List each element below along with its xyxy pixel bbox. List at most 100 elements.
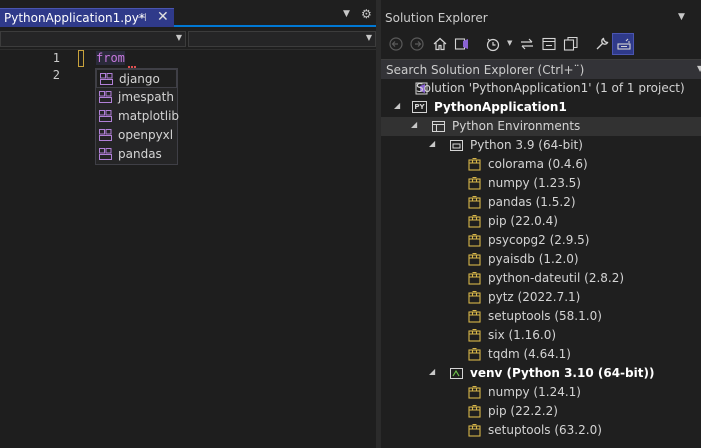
tree-node-package[interactable]: colorama (0.4.6) [381, 155, 701, 174]
tree-node-label: pyaisdb (1.2.0) [488, 252, 579, 266]
properties-icon[interactable] [591, 33, 613, 55]
tree-node-package[interactable]: pyaisdb (1.2.0) [381, 250, 701, 269]
tree-node-label: numpy (1.24.1) [488, 385, 581, 399]
tree-node-label: pytz (2022.7.1) [488, 290, 581, 304]
expanded-arrow-icon[interactable]: ◢ [429, 139, 435, 148]
tab-list-dropdown-icon[interactable]: ▼ [343, 9, 350, 19]
tree-node-package[interactable]: pandas (1.5.2) [381, 193, 701, 212]
home-icon[interactable] [429, 33, 451, 55]
tree-node-label: python-dateutil (2.8.2) [488, 271, 625, 285]
search-options-dropdown-icon[interactable]: ▼ [697, 64, 701, 73]
package-icon [468, 404, 481, 418]
tree-node-label: psycopg2 (2.9.5) [488, 233, 590, 247]
expanded-arrow-icon[interactable]: ◢ [429, 367, 435, 376]
package-icon [468, 157, 481, 171]
back-icon[interactable] [385, 33, 407, 55]
code-area[interactable]: 1 from 2 [0, 50, 376, 448]
search-input[interactable] [381, 60, 697, 79]
completion-label: django [119, 72, 160, 86]
tree-node-environment[interactable]: ◢ Python 3.9 (64-bit) [381, 136, 701, 155]
code-line[interactable]: 2 [0, 67, 376, 84]
intellisense-completion-list[interactable]: django jmespath matplotlib openpyxl pand… [95, 68, 179, 165]
sync-icon[interactable] [516, 33, 538, 55]
solution-tree[interactable]: Solution 'PythonApplication1' (1 of 1 pr… [381, 79, 701, 448]
completion-label: jmespath [118, 90, 174, 104]
solution-explorer-panel: Solution Explorer ▼ ▼ Search Solution Ex… [381, 0, 701, 448]
forward-icon[interactable] [406, 33, 428, 55]
completion-item[interactable]: pandas [96, 145, 177, 164]
change-marker [78, 50, 84, 67]
package-icon [468, 195, 481, 209]
package-icon [468, 328, 481, 342]
tree-node-package[interactable]: numpy (1.24.1) [381, 383, 701, 402]
tree-node-package[interactable]: tqdm (4.64.1) [381, 345, 701, 364]
pending-changes-filter-icon[interactable]: ▼ [482, 33, 512, 55]
tree-node-package[interactable]: numpy (1.23.5) [381, 174, 701, 193]
solution-explorer-toolbar: ▼ [381, 33, 701, 55]
pin-tab-icon[interactable]: ⊣ [137, 11, 147, 24]
completion-item[interactable]: openpyxl [96, 126, 177, 145]
document-tab[interactable]: PythonApplication1.py* ⊣ ✕ [0, 8, 174, 27]
package-icon [468, 214, 481, 228]
document-tab-strip: PythonApplication1.py* ⊣ ✕ ▼ ⚙ [0, 0, 376, 27]
tree-node-label: pip (22.2.2) [488, 404, 558, 418]
tree-node-package[interactable]: python-dateutil (2.8.2) [381, 269, 701, 288]
tree-node-package[interactable]: pytz (2022.7.1) [381, 288, 701, 307]
tree-node-solution[interactable]: Solution 'PythonApplication1' (1 of 1 pr… [381, 79, 701, 98]
tree-node-package[interactable]: pip (22.2.2) [381, 402, 701, 421]
package-icon [468, 309, 481, 323]
tree-node-package[interactable]: setuptools (58.1.0) [381, 307, 701, 326]
solution-explorer-search[interactable]: ▼ [381, 59, 701, 79]
tree-node-python-environments[interactable]: ◢ Python Environments [381, 117, 701, 136]
tree-node-package[interactable]: six (1.16.0) [381, 326, 701, 345]
gear-icon[interactable]: ⚙ [361, 7, 372, 21]
completion-item[interactable]: django [96, 69, 177, 88]
members-dropdown[interactable]: ▼ [188, 31, 376, 47]
line-number: 1 [52, 51, 60, 65]
tree-node-label: numpy (1.23.5) [488, 176, 581, 190]
package-icon [468, 290, 481, 304]
tree-node-package[interactable]: psycopg2 (2.9.5) [381, 231, 701, 250]
panel-title: Solution Explorer [385, 11, 488, 25]
tree-node-label: tqdm (4.64.1) [488, 347, 571, 361]
tree-node-label: pandas (1.5.2) [488, 195, 576, 209]
code-keyword[interactable]: from [96, 51, 125, 65]
package-icon [468, 271, 481, 285]
expanded-arrow-icon[interactable]: ◢ [411, 120, 417, 129]
package-icon [468, 385, 481, 399]
code-line[interactable]: 1 from [0, 50, 376, 68]
completion-label: pandas [118, 147, 162, 161]
completion-item[interactable]: jmespath [96, 88, 177, 107]
module-icon [99, 129, 112, 141]
chevron-down-icon: ▼ [507, 39, 513, 47]
tree-node-package[interactable]: pip (22.0.4) [381, 212, 701, 231]
tree-node-environment[interactable]: ◢ venv (Python 3.10 (64-bit)) [381, 364, 701, 383]
completion-item[interactable]: matplotlib [96, 107, 179, 126]
package-icon [468, 423, 481, 437]
tree-node-label: pip (22.0.4) [488, 214, 558, 228]
completion-label: openpyxl [118, 128, 174, 142]
window-position-dropdown-icon[interactable]: ▼ [678, 12, 685, 22]
vs-switch-views-icon[interactable] [451, 33, 473, 55]
module-icon [99, 148, 112, 160]
tree-node-label: Python Environments [452, 119, 581, 133]
show-all-files-icon[interactable] [560, 33, 582, 55]
tree-node-label: setuptools (58.1.0) [488, 309, 602, 323]
package-icon [468, 233, 481, 247]
tree-node-package[interactable]: setuptools (63.2.0) [381, 421, 701, 440]
tree-node-project[interactable]: ◢ PY PythonApplication1 [381, 98, 701, 117]
tree-node-label: Solution 'PythonApplication1' (1 of 1 pr… [416, 81, 685, 95]
preview-selected-icon[interactable] [612, 33, 634, 55]
collapse-all-icon[interactable] [538, 33, 560, 55]
virtual-environment-icon [450, 368, 463, 379]
types-dropdown[interactable]: ▼ [0, 31, 186, 47]
chevron-down-icon: ▼ [365, 33, 372, 42]
package-icon [468, 252, 481, 266]
line-number: 2 [52, 68, 60, 82]
expanded-arrow-icon[interactable]: ◢ [394, 101, 400, 110]
close-tab-icon[interactable]: ✕ [157, 9, 169, 25]
module-icon [99, 110, 112, 122]
code-editor-pane[interactable]: PythonApplication1.py* ⊣ ✕ ▼ ⚙ ▼ ▼ 1 fro… [0, 0, 376, 448]
tree-node-label: six (1.16.0) [488, 328, 557, 342]
environments-icon [432, 121, 445, 132]
